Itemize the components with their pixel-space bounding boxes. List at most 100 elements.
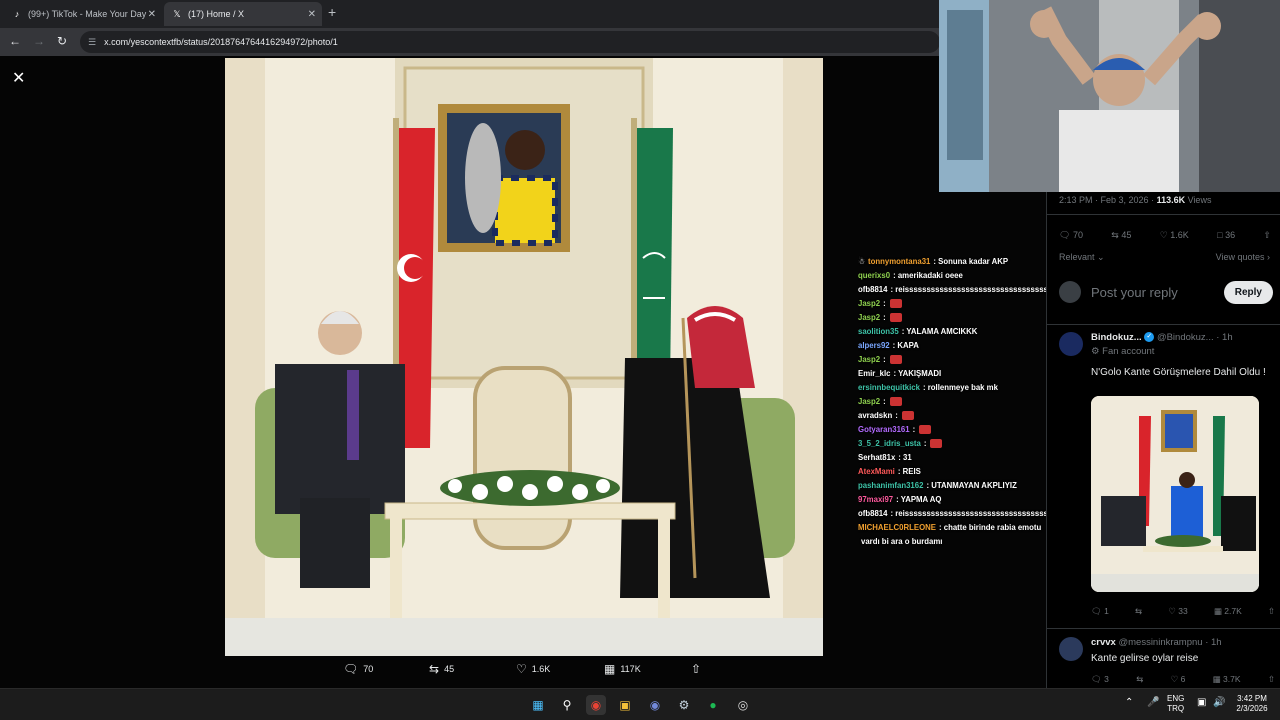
avatar	[1059, 281, 1081, 303]
search-icon[interactable]: ⚲	[557, 695, 577, 715]
avatar	[1059, 637, 1083, 661]
reload-icon[interactable]: ↻	[57, 34, 67, 48]
like-action[interactable]: ♡ 1.6K	[1160, 230, 1189, 241]
back-icon[interactable]: ←	[9, 34, 21, 48]
tab-title: (17) Home / X	[188, 9, 245, 19]
file-explorer-icon[interactable]: ▣	[615, 695, 635, 715]
reply-action[interactable]: 🗨 3	[1091, 674, 1109, 685]
windows-taskbar: ▦ ⚲ ◉ ▣ ◉ ⚙ ● ◎ ⌃ 🎤 ENG TRQ ▣ 🔊 3:42 PM …	[0, 688, 1280, 720]
url-text: x.com/yescontextfb/status/20187647644162…	[104, 37, 338, 47]
site-info-icon[interactable]: ☰	[88, 37, 96, 48]
share-button[interactable]: ⇧	[691, 662, 706, 676]
views-action[interactable]: ▦ 2.7K	[1214, 606, 1242, 617]
network-icon[interactable]: ▣	[1197, 698, 1206, 708]
viewer-stat-replies[interactable]: 🗨 70	[343, 662, 373, 676]
chevron-up-icon[interactable]: ⌃	[1125, 698, 1133, 708]
reply-button[interactable]: Reply	[1223, 280, 1273, 304]
chat-text: : amerikadaki oeee	[893, 271, 963, 280]
volume-icon[interactable]: 🔊	[1213, 698, 1225, 708]
chat-message: ofb8814: reissssssssssssssssssssssssssss…	[858, 283, 1068, 297]
reply-action[interactable]: 🗨 70	[1059, 230, 1083, 241]
chat-username[interactable]: Emir_klc	[858, 369, 891, 378]
chat-username[interactable]: alpers92	[858, 341, 890, 350]
reply-post[interactable]: Bindokuz... ✓ @Bindokuz... · 1h ⚙ Fan ac…	[1059, 332, 1275, 622]
steam-icon[interactable]: ⚙	[674, 695, 694, 715]
chat-username[interactable]: querixs0	[858, 271, 890, 280]
chat-username[interactable]: ofb8814	[858, 509, 887, 518]
divider	[1047, 324, 1280, 325]
chat-username[interactable]: Jasp2	[858, 355, 880, 364]
chat-text: : YAPMA AQ	[896, 495, 942, 504]
chat-message: pashanimfan3162: UTANMAYAN AKPLIYIZ	[858, 479, 1068, 493]
reply-input[interactable]: Post your reply	[1091, 285, 1224, 300]
chat-username[interactable]: ersinnbequitkick	[858, 383, 920, 392]
views-chart-icon: ▦	[1213, 606, 1225, 616]
post-image[interactable]	[1091, 396, 1259, 592]
share-icon: ⇧	[1263, 230, 1271, 240]
repost-action[interactable]: ⇆	[1136, 674, 1143, 685]
views-action[interactable]: ▦ 3.7K	[1213, 674, 1241, 685]
chat-username[interactable]: Jasp2	[858, 313, 880, 322]
chat-username[interactable]: tonnymontana31	[868, 257, 930, 266]
chat-username[interactable]: MICHAELC0RLEONE	[858, 523, 936, 532]
microphone-icon[interactable]: 🎤	[1147, 698, 1159, 708]
discord-icon[interactable]: ◉	[645, 695, 665, 715]
repost-action[interactable]: ⇆	[1135, 606, 1142, 617]
fan-account-icon: ⚙	[1091, 346, 1103, 357]
chat-username[interactable]: Gotyaran3161	[858, 425, 910, 434]
chrome-icon[interactable]: ◉	[586, 695, 606, 715]
share-action[interactable]: ⇧	[1268, 606, 1275, 617]
chat-emote-icon	[889, 397, 902, 407]
chat-text: : YAKIŞMADI	[893, 369, 942, 378]
chat-text: : reisssssssssssssssssssssssssssssssss	[890, 509, 1048, 518]
chat-emote-icon	[930, 439, 943, 449]
chat-message: vardı bi ara o burdamı	[858, 535, 1068, 549]
new-tab-button[interactable]: +	[328, 4, 336, 20]
repost-action[interactable]: ⇆ 45	[1111, 230, 1131, 241]
chat-text: : reisssssssssssssssssssssssssssssssssss…	[890, 285, 1066, 294]
like-action[interactable]: ♡ 33	[1168, 606, 1187, 617]
chat-text: : chatte birinde rabia emotu	[938, 523, 1042, 532]
share-action[interactable]: ⇧	[1263, 230, 1271, 241]
chat-username[interactable]: saolition35	[858, 327, 899, 336]
chat-username[interactable]: Jasp2	[858, 299, 880, 308]
close-icon[interactable]: ✕	[12, 68, 25, 88]
tab-tiktok[interactable]: ♪ (99+) TikTok - Make Your Day ✕	[4, 2, 162, 26]
chat-username[interactable]: Serhat81x	[858, 453, 895, 462]
like-action[interactable]: ♡ 6	[1171, 674, 1186, 685]
view-quotes-link[interactable]: View quotes ›	[1216, 252, 1270, 262]
chat-username[interactable]: 3_5_2_idris_usta	[858, 439, 921, 448]
chat-username[interactable]: pashanimfan3162	[858, 481, 923, 490]
address-bar[interactable]: ☰ x.com/yescontextfb/status/201876476441…	[80, 31, 940, 53]
sort-replies-dropdown[interactable]: Relevant ⌄	[1059, 252, 1105, 263]
chat-username[interactable]: Jasp2	[858, 397, 880, 406]
bookmark-action[interactable]: □ 36	[1217, 230, 1235, 241]
author-handle: @Bindokuz...	[1156, 332, 1214, 343]
chat-text: vardı bi ara o burdamı	[861, 537, 943, 546]
reply-post[interactable]: crvvx @messininkrampnu · 1h Kante gelirs…	[1059, 637, 1275, 687]
language-switcher[interactable]: ENG TRQ	[1167, 694, 1184, 714]
like-count: 33	[1178, 606, 1188, 616]
forward-icon[interactable]: →	[33, 34, 45, 48]
close-tab-icon[interactable]: ✕	[308, 9, 316, 20]
spotify-icon[interactable]: ●	[703, 695, 723, 715]
viewer-stat-reposts[interactable]: ⇆ 45	[429, 662, 454, 676]
sort-label: Relevant	[1059, 252, 1095, 262]
chat-text: : 31	[898, 453, 912, 462]
post-meta: 2:13 PM · Feb 3, 2026 · 113.6K Views	[1059, 195, 1211, 205]
share-action[interactable]: ⇧	[1268, 674, 1275, 685]
chat-username[interactable]: 97maxi97	[858, 495, 893, 504]
viewer-stat-views[interactable]: ▦ 117K	[604, 662, 641, 676]
reply-action[interactable]: 🗨 1	[1091, 606, 1109, 617]
viewer-stat-likes[interactable]: ♡ 1.6K	[516, 662, 550, 676]
clock[interactable]: 3:42 PM 2/3/2026	[1230, 694, 1274, 714]
start-menu-icon[interactable]: ▦	[528, 695, 548, 715]
chat-message: ofb8814: reissssssssssssssssssssssssssss…	[858, 507, 1068, 521]
obs-icon[interactable]: ◎	[733, 695, 753, 715]
chat-username[interactable]: avradskn	[858, 411, 892, 420]
chat-username[interactable]: ofb8814	[858, 285, 887, 294]
chat-username[interactable]: AtexMami	[858, 467, 895, 476]
close-tab-icon[interactable]: ✕	[148, 9, 156, 20]
tab-x-home[interactable]: 𝕏 (17) Home / X ✕	[164, 2, 322, 26]
post-photo[interactable]	[225, 58, 823, 656]
